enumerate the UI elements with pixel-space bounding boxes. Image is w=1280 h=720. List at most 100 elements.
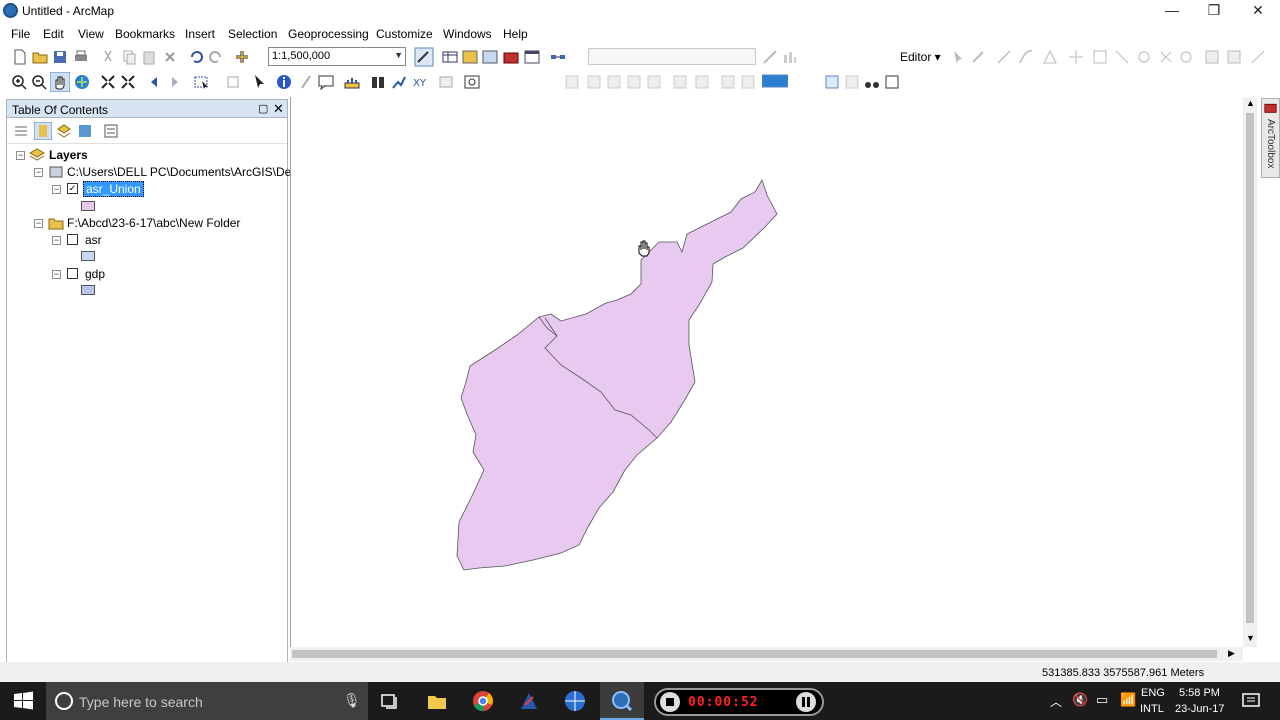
data-frame-layers[interactable]: Layers	[49, 148, 88, 162]
battery-icon[interactable]: ▭	[1096, 692, 1108, 708]
fixed-zoom-out-icon[interactable]	[120, 74, 136, 90]
list-by-selection-icon[interactable]	[77, 123, 93, 139]
model-builder-icon[interactable]	[550, 49, 566, 65]
color-picker-icon[interactable]	[762, 73, 788, 89]
restore-button[interactable]: ❐	[1192, 0, 1236, 22]
redo-icon[interactable]	[208, 49, 224, 65]
layer-visibility-checkbox[interactable]: ✓	[67, 183, 78, 194]
draw-rectangle-icon[interactable]	[824, 74, 840, 90]
print-icon[interactable]	[73, 49, 89, 65]
arctoolbox-tab[interactable]: ArcToolbox	[1261, 98, 1280, 178]
source-group-2[interactable]: F:\Abcd\23-6-17\abc\New Folder	[67, 216, 240, 230]
menu-view[interactable]: View	[78, 27, 104, 41]
html-popup-icon[interactable]	[318, 74, 334, 90]
pan-hand-icon[interactable]	[50, 72, 70, 92]
map-display[interactable]	[290, 97, 1243, 647]
clear-selection-icon[interactable]	[225, 74, 241, 90]
menu-windows[interactable]: Windows	[443, 27, 492, 41]
copy-icon[interactable]	[121, 49, 137, 65]
network-icon[interactable]: 📶	[1120, 692, 1136, 708]
minimize-button[interactable]: —	[1150, 0, 1194, 22]
menu-file[interactable]: File	[11, 27, 30, 41]
map-canvas[interactable]	[291, 97, 1244, 647]
vertical-scrollbar[interactable]: ▲ ▼	[1243, 97, 1257, 647]
paste-icon[interactable]	[141, 49, 157, 65]
union-polygon[interactable]	[456, 179, 778, 571]
scroll-thumb[interactable]	[1246, 113, 1254, 623]
collapse-toggle[interactable]: −	[52, 236, 61, 245]
pause-record-icon[interactable]	[796, 692, 816, 712]
overview-icon[interactable]	[884, 74, 900, 90]
save-icon[interactable]	[52, 49, 68, 65]
language-top[interactable]: ENG	[1141, 687, 1165, 699]
map-scale-combobox[interactable]: 1:1,500,000 ▼	[268, 47, 406, 66]
volume-muted-icon[interactable]: 🔇	[1072, 692, 1088, 708]
collapse-toggle[interactable]: −	[16, 151, 25, 160]
collapse-toggle[interactable]: −	[34, 219, 43, 228]
find-route-icon[interactable]	[391, 74, 407, 90]
python-window-icon[interactable]	[524, 49, 540, 65]
menu-insert[interactable]: Insert	[185, 27, 215, 41]
select-features-icon[interactable]	[194, 74, 210, 90]
measure-icon[interactable]	[344, 74, 360, 90]
layer-symbol-swatch[interactable]	[81, 201, 95, 211]
action-center-icon[interactable]	[1240, 690, 1262, 712]
auto-hide-icon[interactable]: ▢	[258, 102, 268, 115]
binoculars-icon[interactable]	[864, 74, 880, 90]
add-data-icon[interactable]	[234, 49, 250, 65]
scroll-up-icon[interactable]: ▲	[1246, 98, 1255, 108]
arcgis-editor-app-icon[interactable]	[518, 690, 540, 712]
table-icon[interactable]	[442, 49, 458, 65]
go-forward-icon[interactable]	[166, 74, 182, 90]
close-icon[interactable]: ✕	[273, 101, 284, 117]
taskbar-search-box[interactable]: Type here to search 🎙	[46, 682, 368, 720]
show-hidden-icons-icon[interactable]: ︿	[1050, 693, 1062, 710]
screen-recorder-widget[interactable]: 00:00:52	[654, 688, 824, 716]
windows-start-icon[interactable]	[0, 682, 46, 720]
editor-toolbar-icon[interactable]	[414, 47, 434, 67]
language-bottom[interactable]: INTL	[1140, 703, 1164, 715]
globe-app-icon[interactable]	[564, 690, 586, 712]
menu-bookmarks[interactable]: Bookmarks	[115, 27, 175, 41]
scroll-down-icon[interactable]: ▼	[1246, 633, 1255, 643]
layer-gdp[interactable]: gdp	[85, 267, 105, 281]
full-extent-icon[interactable]	[74, 74, 90, 90]
viewer-window-icon[interactable]	[464, 74, 480, 90]
microphone-icon[interactable]: 🎙	[343, 692, 361, 709]
layer-visibility-checkbox[interactable]	[67, 234, 78, 245]
cut-icon[interactable]	[100, 49, 116, 65]
arctoolbox-window-icon[interactable]	[503, 49, 519, 65]
new-document-icon[interactable]	[12, 49, 28, 65]
zoom-out-icon[interactable]	[31, 74, 47, 90]
time-slider-icon[interactable]	[438, 74, 454, 90]
list-by-visibility-icon[interactable]	[56, 123, 72, 139]
fixed-zoom-in-icon[interactable]	[100, 74, 116, 90]
scroll-thumb[interactable]	[292, 650, 1217, 658]
layer-visibility-checkbox[interactable]	[67, 268, 78, 279]
open-folder-icon[interactable]	[32, 49, 48, 65]
layer-symbol-swatch[interactable]	[81, 285, 95, 295]
zoom-in-icon[interactable]	[11, 74, 27, 90]
clock-date[interactable]: 23-Jun-17	[1175, 703, 1225, 715]
undo-icon[interactable]	[188, 49, 204, 65]
editor-menu[interactable]: Editor ▾	[900, 50, 941, 64]
collapse-toggle[interactable]: −	[34, 168, 43, 177]
layer-symbol-swatch[interactable]	[81, 251, 95, 261]
select-elements-icon[interactable]	[251, 74, 267, 90]
delete-icon[interactable]	[162, 49, 178, 65]
catalog-icon[interactable]	[462, 49, 478, 65]
menu-help[interactable]: Help	[503, 27, 528, 41]
task-view-icon[interactable]	[379, 690, 401, 712]
source-group-1[interactable]: C:\Users\DELL PC\Documents\ArcGIS\Defau	[67, 165, 308, 179]
options-icon[interactable]	[103, 123, 119, 139]
menu-customize[interactable]: Customize	[376, 27, 433, 41]
layer-asr-union[interactable]: asr_Union	[83, 181, 144, 197]
menu-geoprocessing[interactable]: Geoprocessing	[288, 27, 369, 41]
menu-edit[interactable]: Edit	[43, 27, 64, 41]
file-explorer-icon[interactable]	[426, 690, 448, 712]
chrome-icon[interactable]	[472, 690, 494, 712]
go-back-icon[interactable]	[147, 74, 163, 90]
hyperlink-icon[interactable]	[297, 74, 313, 90]
collapse-toggle[interactable]: −	[52, 270, 61, 279]
list-by-drawing-order-icon[interactable]	[13, 123, 29, 139]
